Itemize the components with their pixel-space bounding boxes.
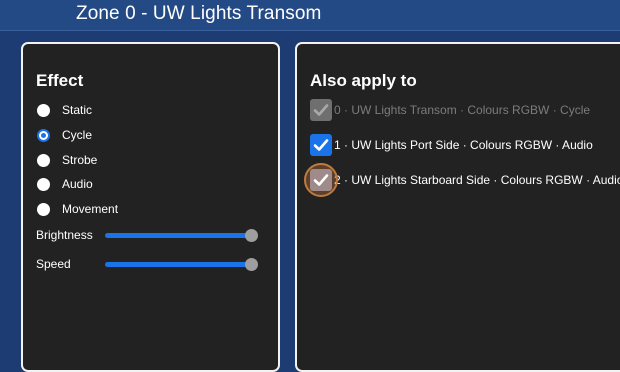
speed-slider-thumb[interactable]: [245, 258, 258, 271]
radio-option-movement[interactable]: Movement: [37, 200, 118, 218]
zone-0-row: 0 · UW Lights Transom · Colours RGBW · C…: [310, 98, 590, 122]
apply-panel: Also apply to 0 · UW Lights Transom · Co…: [295, 42, 620, 372]
radio-label: Static: [62, 103, 93, 117]
radio-option-audio[interactable]: Audio: [37, 175, 93, 193]
apply-heading: Also apply to: [310, 71, 417, 90]
radio-button[interactable]: [37, 177, 50, 191]
brightness-label: Brightness: [36, 228, 93, 242]
zone-2-checkbox[interactable]: [304, 163, 338, 197]
zone-0-label: 0 · UW Lights Transom · Colours RGBW · C…: [334, 103, 591, 117]
zone-0-checkbox: [310, 99, 332, 121]
zone-2-row[interactable]: 2 · UW Lights Starboard Side · Colours R…: [304, 163, 620, 197]
checkmark-icon: [313, 174, 329, 186]
radio-label: Cycle: [62, 128, 93, 142]
window-title: Zone 0 - UW Lights Transom: [76, 3, 322, 24]
effect-panel: Effect Static Cycle Strobe Audio Movemen…: [21, 42, 280, 372]
radio-label: Strobe: [62, 153, 98, 167]
radio-option-cycle[interactable]: Cycle: [37, 126, 92, 144]
radio-label: Audio: [62, 177, 93, 191]
zone-1-row[interactable]: 1 · UW Lights Port Side · Colours RGBW ·…: [310, 133, 593, 157]
radio-button[interactable]: [37, 153, 50, 167]
radio-button-selected[interactable]: [37, 128, 50, 142]
radio-label: Movement: [62, 202, 119, 216]
speed-slider[interactable]: [105, 258, 258, 271]
zone-1-checkbox[interactable]: [310, 134, 332, 156]
checkmark-icon: [313, 104, 329, 116]
radio-button[interactable]: [37, 103, 50, 117]
checkmark-icon: [313, 139, 329, 151]
title-bar: Zone 0 - UW Lights Transom: [0, 0, 620, 31]
speed-label: Speed: [36, 257, 71, 271]
brightness-slider[interactable]: [105, 229, 258, 242]
radio-option-static[interactable]: Static: [37, 101, 92, 119]
brightness-slider-thumb[interactable]: [245, 229, 258, 242]
zone-1-label: 1 · UW Lights Port Side · Colours RGBW ·…: [334, 138, 593, 152]
zone-2-label: 2 · UW Lights Starboard Side · Colours R…: [334, 173, 620, 187]
effect-heading: Effect: [36, 71, 84, 90]
radio-button[interactable]: [37, 202, 50, 216]
radio-option-strobe[interactable]: Strobe: [37, 151, 97, 169]
